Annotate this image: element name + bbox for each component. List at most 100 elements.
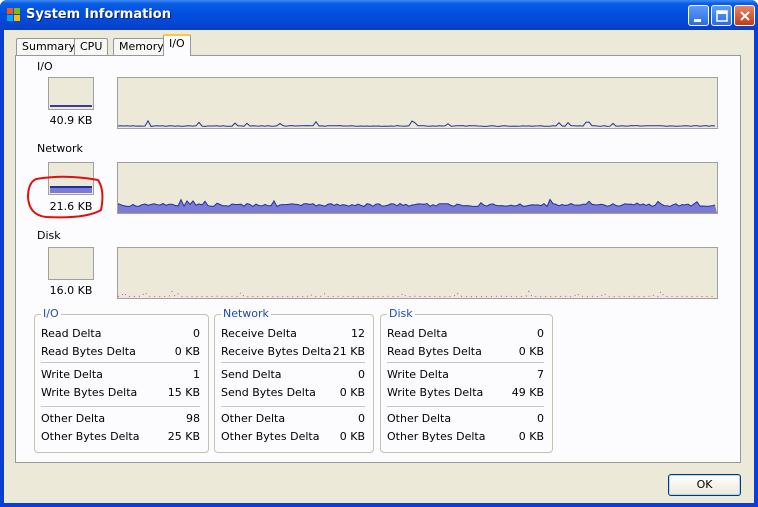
stat-label: Write Bytes Delta bbox=[41, 386, 138, 399]
io-history-graph bbox=[117, 77, 718, 129]
close-button[interactable] bbox=[734, 5, 755, 26]
io-stat-row: Other Bytes Delta 25 KB bbox=[41, 430, 200, 444]
separator bbox=[41, 362, 200, 363]
io-meter bbox=[48, 77, 94, 110]
stat-value: 7 bbox=[537, 368, 544, 381]
io-meter-value: 40.9 KB bbox=[49, 114, 93, 127]
stat-label: Other Delta bbox=[387, 412, 452, 425]
network-graph-label: Network bbox=[37, 142, 83, 155]
separator bbox=[221, 362, 365, 363]
history-line bbox=[118, 119, 716, 127]
tab-memory[interactable]: Memory bbox=[113, 38, 170, 55]
history-area bbox=[118, 199, 717, 213]
red-circle-annotation bbox=[26, 175, 104, 219]
stat-value: 15 KB bbox=[167, 386, 200, 399]
stat-value: 0 KB bbox=[174, 345, 200, 358]
stat-value: 25 KB bbox=[167, 430, 200, 443]
stat-label: Other Delta bbox=[221, 412, 286, 425]
stat-label: Write Delta bbox=[41, 368, 103, 381]
stat-label: Other Bytes Delta bbox=[387, 430, 486, 443]
ok-button[interactable]: OK bbox=[668, 474, 741, 496]
system-information-window: System Information Summary CPU Memory I/… bbox=[0, 0, 758, 507]
separator bbox=[387, 362, 544, 363]
stat-value: 0 KB bbox=[339, 386, 365, 399]
network-history-graph bbox=[117, 162, 718, 214]
title-bar[interactable]: System Information bbox=[0, 0, 758, 30]
stat-label: Read Bytes Delta bbox=[41, 345, 136, 358]
stat-label: Write Bytes Delta bbox=[387, 386, 484, 399]
maximize-icon bbox=[716, 10, 728, 22]
minimize-button[interactable] bbox=[688, 5, 709, 26]
network-stat-row: Receive Delta 12 bbox=[221, 327, 365, 341]
stat-value: 0 KB bbox=[518, 430, 544, 443]
stat-value: 0 KB bbox=[339, 430, 365, 443]
maximize-button[interactable] bbox=[711, 5, 732, 26]
disk-stat-row: Read Delta 0 bbox=[387, 327, 544, 341]
stat-label: Other Delta bbox=[41, 412, 106, 425]
stat-value: 0 bbox=[358, 412, 365, 425]
stat-label: Other Bytes Delta bbox=[221, 430, 320, 443]
io-stat-row: Write Delta 1 bbox=[41, 368, 200, 382]
disk-meter-value: 16.0 KB bbox=[49, 284, 93, 297]
stat-label: Send Delta bbox=[221, 368, 282, 381]
disk-meter bbox=[48, 247, 94, 280]
io-graph-label: I/O bbox=[37, 60, 53, 73]
stat-label: Read Delta bbox=[387, 327, 448, 340]
tab-cpu[interactable]: CPU bbox=[74, 38, 109, 55]
stat-value: 98 bbox=[186, 412, 200, 425]
io-stat-row: Read Bytes Delta 0 KB bbox=[41, 345, 200, 359]
stat-label: Other Bytes Delta bbox=[41, 430, 140, 443]
network-stat-row: Send Bytes Delta 0 KB bbox=[221, 386, 365, 400]
disk-stats-group: Disk Read Delta 0 Read Bytes Delta 0 KB Wr… bbox=[380, 307, 553, 453]
io-stat-row: Read Delta 0 bbox=[41, 327, 200, 341]
disk-history-graph bbox=[117, 247, 718, 299]
io-stat-row: Other Delta 98 bbox=[41, 412, 200, 426]
stat-label: Send Bytes Delta bbox=[221, 386, 316, 399]
disk-stat-row: Read Bytes Delta 0 KB bbox=[387, 345, 544, 359]
disk-stats-title: Disk bbox=[387, 307, 415, 320]
dialog-client-area: Summary CPU Memory I/O I/O 40.9 KB Netwo… bbox=[4, 30, 754, 503]
disk-stat-row: Write Bytes Delta 49 KB bbox=[387, 386, 544, 400]
separator bbox=[221, 406, 365, 407]
stat-label: Receive Bytes Delta bbox=[221, 345, 332, 358]
network-stat-row: Send Delta 0 bbox=[221, 368, 365, 382]
stat-value: 0 bbox=[537, 327, 544, 340]
stat-label: Receive Delta bbox=[221, 327, 297, 340]
separator bbox=[387, 406, 544, 407]
disk-history-plot bbox=[118, 290, 716, 298]
disk-stat-row: Write Delta 7 bbox=[387, 368, 544, 382]
io-stats-title: I/O bbox=[41, 307, 61, 320]
minimize-icon bbox=[694, 19, 701, 22]
network-stats-title: Network bbox=[221, 307, 271, 320]
network-stat-row: Receive Bytes Delta 21 KB bbox=[221, 345, 365, 359]
stat-label: Write Delta bbox=[387, 368, 449, 381]
stat-value: 0 KB bbox=[518, 345, 544, 358]
stat-label: Read Delta bbox=[41, 327, 102, 340]
close-icon bbox=[740, 11, 750, 21]
history-line bbox=[118, 290, 716, 298]
io-history-plot bbox=[118, 119, 716, 127]
disk-stat-row: Other Bytes Delta 0 KB bbox=[387, 430, 544, 444]
disk-stat-row: Other Delta 0 bbox=[387, 412, 544, 426]
io-stat-row: Write Bytes Delta 15 KB bbox=[41, 386, 200, 400]
stat-value: 21 KB bbox=[332, 345, 365, 358]
network-stat-row: Other Delta 0 bbox=[221, 412, 365, 426]
window-title: System Information bbox=[26, 7, 171, 22]
separator bbox=[41, 406, 200, 407]
disk-graph-label: Disk bbox=[37, 229, 61, 242]
stat-value: 0 bbox=[193, 327, 200, 340]
tab-io[interactable]: I/O bbox=[163, 34, 191, 56]
io-meter-level bbox=[50, 105, 92, 107]
network-history-plot bbox=[118, 198, 717, 213]
stat-value: 1 bbox=[193, 368, 200, 381]
network-stats-group: Network Receive Delta 12 Receive Bytes De… bbox=[214, 307, 374, 453]
network-stat-row: Other Bytes Delta 0 KB bbox=[221, 430, 365, 444]
io-stats-group: I/O Read Delta 0 Read Bytes Delta 0 KB Wri… bbox=[34, 307, 209, 453]
stat-value: 49 KB bbox=[511, 386, 544, 399]
tab-summary[interactable]: Summary bbox=[16, 38, 82, 55]
stat-value: 12 bbox=[351, 327, 365, 340]
stat-value: 0 bbox=[358, 368, 365, 381]
stat-value: 0 bbox=[537, 412, 544, 425]
stat-label: Read Bytes Delta bbox=[387, 345, 482, 358]
windows-logo-icon bbox=[7, 8, 20, 21]
